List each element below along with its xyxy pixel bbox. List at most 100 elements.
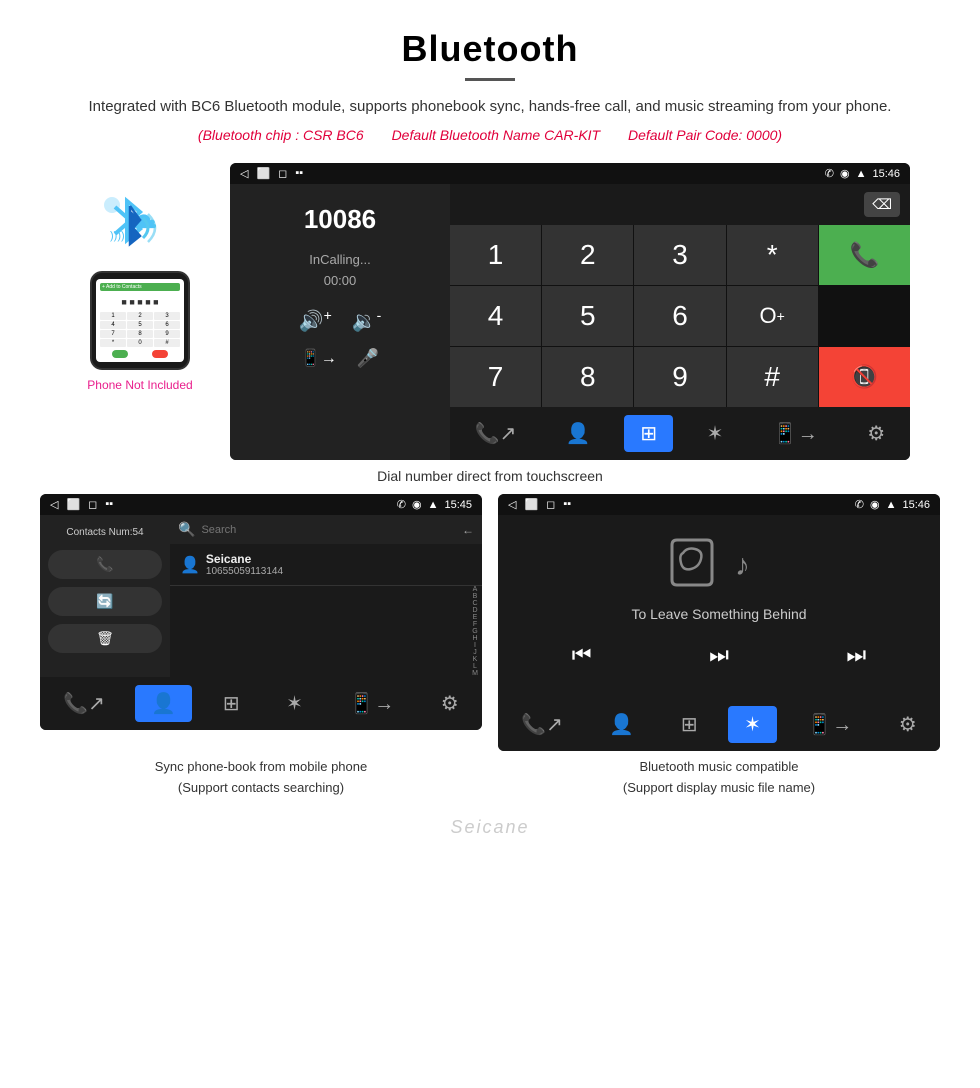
recents-icon: ◻ (88, 498, 97, 511)
music-statusbar: ◁ ⬜ ◻ ▪▪ ✆ ◉ ▲ 15:46 (498, 494, 940, 515)
prev-track-button[interactable]: ⏮ (572, 642, 592, 668)
dial-android-screen: ◁ ⬜ ◻ ▪▪ ✆ ◉ ▲ 15:46 10086 InCalling... … (230, 163, 910, 460)
dial-left-panel: 10086 InCalling... 00:00 🔊+ 🔉- 📱→ 🎤 (230, 184, 450, 460)
vol-down-button[interactable]: 🔉- (352, 307, 382, 334)
end-call-button[interactable]: 📵 (819, 347, 910, 407)
music-nav-bt[interactable]: ✶ (728, 706, 777, 743)
phone-mock-screen: + Add to Contacts ■ ■ ■ ■ ■ 1 2 3 4 5 6 … (96, 279, 184, 362)
key-3[interactable]: 3 (634, 225, 725, 285)
mic-button[interactable]: 🎤 (357, 348, 379, 369)
title-divider (465, 78, 515, 81)
key-8[interactable]: 8 (127, 330, 153, 338)
sync-action-btn[interactable]: 🔄 (48, 587, 162, 616)
phone-mock-end-btn[interactable] (152, 350, 168, 358)
music-nav-keypad[interactable]: ⊞ (665, 706, 714, 743)
contacts-screen-wrap: ◁ ⬜ ◻ ▪▪ ✆ ◉ ▲ 15:45 Contacts Num:54 📞 � (40, 494, 482, 751)
play-pause-button[interactable]: ⏭ (709, 642, 729, 668)
contacts-nav-keypad[interactable]: ⊞ (207, 685, 256, 722)
backspace-button[interactable]: ⌫ (864, 192, 900, 217)
key-1[interactable]: 1 (450, 225, 541, 285)
key-hash[interactable]: # (154, 339, 180, 347)
music-note-svg-icon: ♪ (732, 543, 772, 583)
phone-mock-call-btn[interactable] (112, 350, 128, 358)
notif-icon: ▪▪ (563, 498, 571, 511)
key-star[interactable]: * (100, 339, 126, 347)
contacts-count: Contacts Num:54 (48, 523, 162, 542)
alpha-index: A B C D E F G H I J K L M (468, 586, 482, 677)
spec-chip: (Bluetooth chip : CSR BC6 (198, 127, 364, 143)
key-5[interactable]: 5 (127, 321, 153, 329)
notification-icon: ▪▪ (295, 167, 303, 180)
key-7[interactable]: 7 (450, 347, 541, 407)
nav-contacts[interactable]: 👤 (550, 415, 607, 452)
contacts-right-panel: 🔍 ← 👤 Seicane 10655059113144 (170, 515, 482, 677)
music-nav-contacts[interactable]: 👤 (593, 706, 650, 743)
bottom-captions: Sync phone-book from mobile phone(Suppor… (0, 751, 980, 809)
dial-calling-info: InCalling... 00:00 (309, 250, 370, 292)
statusbar-left: ◁ ⬜ ◻ ▪▪ (240, 167, 303, 180)
statusbar-right: ✆ ◉ ▲ 15:46 (825, 167, 900, 180)
music-nav-call[interactable]: 📞↗ (505, 706, 579, 743)
call-action-btn[interactable]: 📞 (48, 550, 162, 579)
key-6[interactable]: 6 (154, 321, 180, 329)
contacts-bottom-nav: 📞↗ 👤 ⊞ ✶ 📱→ ⚙ (40, 677, 482, 730)
key-4[interactable]: 4 (100, 321, 126, 329)
music-content: ♪ To Leave Something Behind ⏮ ⏭ ⏭ (498, 515, 940, 698)
transfer-button[interactable]: 📱→ (301, 348, 337, 369)
next-track-button[interactable]: ⏭ (846, 642, 866, 668)
song-title: To Leave Something Behind (631, 606, 806, 622)
key-star[interactable]: * (727, 225, 818, 285)
key-6[interactable]: 6 (634, 286, 725, 346)
key-3[interactable]: 3 (154, 312, 180, 320)
delete-action-btn[interactable]: 🗑 (48, 624, 162, 653)
call-button[interactable]: 📞 (819, 225, 910, 285)
vol-up-button[interactable]: 🔊+ (299, 307, 332, 334)
contacts-nav-settings[interactable]: ⚙ (425, 685, 475, 722)
contacts-nav-call[interactable]: 📞↗ (47, 685, 121, 722)
key-2[interactable]: 2 (542, 225, 633, 285)
contacts-nav-bt[interactable]: ✶ (270, 685, 319, 722)
contacts-nav-transfer[interactable]: 📱→ (333, 685, 410, 722)
nav-transfer[interactable]: 📱→ (757, 415, 834, 452)
nav-bluetooth[interactable]: ✶ (691, 415, 740, 452)
statusbar-time: 15:46 (872, 168, 900, 180)
watermark: Seicane (0, 809, 980, 854)
contacts-time: 15:45 (444, 499, 472, 511)
music-phone-svg-icon (667, 535, 722, 590)
main-screenshot-row: ☁ )))) + Add to Contacts ■ ■ ■ ■ ■ (0, 153, 980, 460)
call-icon: ✆ (855, 498, 864, 511)
key-4[interactable]: 4 (450, 286, 541, 346)
nav-keypad[interactable]: ⊞ (624, 415, 673, 452)
key-1[interactable]: 1 (100, 312, 126, 320)
contacts-statusbar-left: ◁ ⬜ ◻ ▪▪ (50, 498, 113, 511)
key-9[interactable]: 9 (634, 347, 725, 407)
header-specs: (Bluetooth chip : CSR BC6 Default Blueto… (40, 127, 940, 143)
contact-list-item[interactable]: 👤 Seicane 10655059113144 (170, 544, 482, 586)
home-icon: ⬜ (524, 498, 538, 511)
home-icon: ⬜ (256, 167, 270, 180)
music-time: 15:46 (902, 499, 930, 511)
nav-settings[interactable]: ⚙ (851, 415, 901, 452)
recents-icon: ◻ (278, 167, 287, 180)
key-0[interactable]: 0 (127, 339, 153, 347)
key-5[interactable]: 5 (542, 286, 633, 346)
search-icon: 🔍 (178, 521, 195, 538)
dial-input-row: ⌫ (450, 184, 910, 225)
music-statusbar-right: ✆ ◉ ▲ 15:46 (855, 498, 930, 511)
key-hash[interactable]: # (727, 347, 818, 407)
contacts-search-input[interactable] (201, 524, 456, 536)
contacts-nav-contacts[interactable]: 👤 (135, 685, 192, 722)
key-9[interactable]: 9 (154, 330, 180, 338)
key-8[interactable]: 8 (542, 347, 633, 407)
music-nav-transfer[interactable]: 📱→ (791, 706, 868, 743)
music-nav-settings[interactable]: ⚙ (883, 706, 933, 743)
loc-icon: ◉ (412, 498, 422, 511)
bluetooth-icon-area: ☁ )))) (100, 193, 180, 263)
contact-name: Seicane (206, 552, 283, 566)
key-2[interactable]: 2 (127, 312, 153, 320)
key-0plus[interactable]: O+ (727, 286, 818, 346)
nav-call[interactable]: 📞↗ (459, 415, 533, 452)
bt-icon-svg (105, 198, 165, 258)
key-7[interactable]: 7 (100, 330, 126, 338)
dial-vol-btns: 🔊+ 🔉- (299, 307, 382, 334)
